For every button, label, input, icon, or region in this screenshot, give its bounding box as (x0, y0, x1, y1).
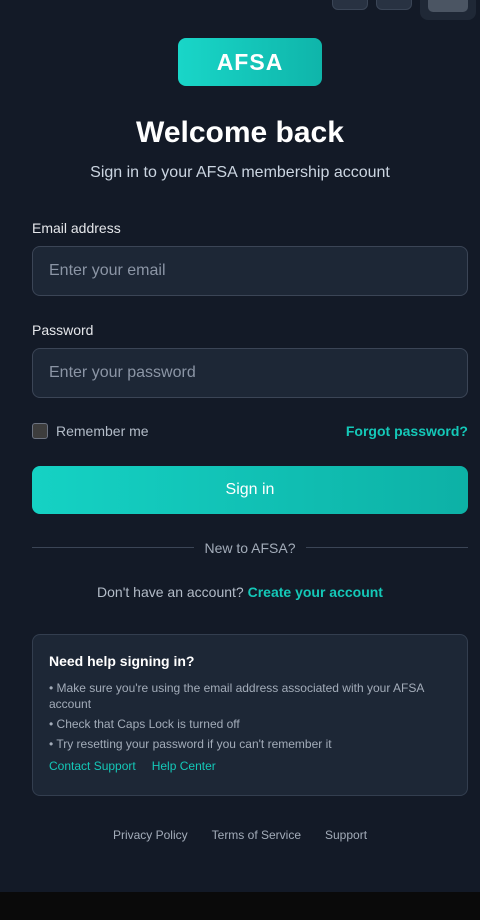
forgot-password-link[interactable]: Forgot password? (346, 423, 468, 439)
page-subtitle: Sign in to your AFSA membership account (90, 164, 390, 181)
help-center-link[interactable]: Help Center (152, 759, 216, 773)
divider-line (306, 547, 468, 548)
email-field[interactable] (32, 246, 468, 296)
top-control-button[interactable] (332, 0, 368, 10)
signup-row: Don't have an account? Create your accou… (0, 584, 480, 600)
remember-me-checkbox[interactable] (32, 423, 48, 439)
password-label: Password (32, 322, 94, 338)
top-control-button[interactable] (376, 0, 412, 10)
help-tip: • Check that Caps Lock is turned off (49, 717, 240, 731)
email-label: Email address (32, 220, 121, 236)
remember-me-label: Remember me (56, 423, 149, 439)
remember-me[interactable]: Remember me (32, 423, 149, 439)
terms-of-service-link[interactable]: Terms of Service (212, 828, 301, 842)
sign-in-button[interactable]: Sign in (32, 466, 468, 514)
login-page: AFSA Welcome back Sign in to your AFSA m… (0, 0, 480, 892)
divider: New to AFSA? (32, 538, 468, 558)
top-toggle-knob (428, 0, 468, 12)
help-tip: • Try resetting your password if you can… (49, 737, 332, 751)
divider-line (32, 547, 194, 548)
page-title: Welcome back (136, 116, 344, 149)
footer: Privacy Policy Terms of Service Support (0, 828, 480, 842)
bottom-bar (0, 892, 480, 920)
support-link[interactable]: Support (325, 828, 367, 842)
password-field[interactable] (32, 348, 468, 398)
contact-support-link[interactable]: Contact Support (49, 759, 136, 773)
help-card: Need help signing in? • Make sure you're… (32, 634, 468, 796)
privacy-policy-link[interactable]: Privacy Policy (113, 828, 188, 842)
help-title: Need help signing in? (49, 653, 195, 669)
help-tip: • Make sure you're using the email addre… (49, 681, 424, 711)
afsa-logo: AFSA (178, 38, 322, 86)
signup-prompt: Don't have an account? (97, 584, 244, 600)
divider-text: New to AFSA? (204, 540, 296, 556)
create-account-link[interactable]: Create your account (248, 584, 383, 600)
top-toggle[interactable] (420, 0, 476, 20)
help-links: Contact Support Help Center (49, 759, 451, 773)
